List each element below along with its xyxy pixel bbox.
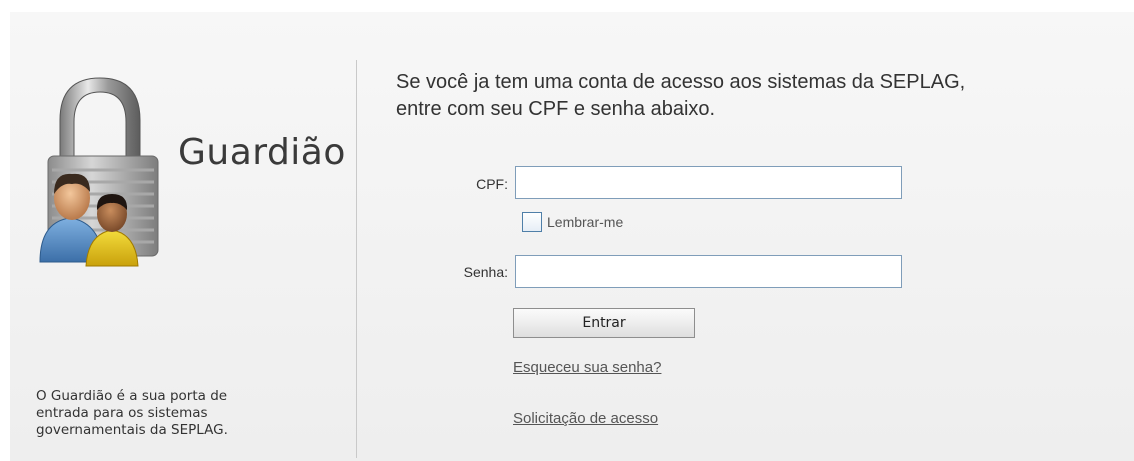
guardiao-logo: Guardião <box>38 72 358 272</box>
senha-input[interactable] <box>515 255 902 288</box>
tagline-line: governamentais da SEPLAG. <box>36 422 228 438</box>
cpf-label: CPF: <box>476 176 508 192</box>
app-tagline: O Guardião é a sua porta de entrada para… <box>36 388 336 439</box>
entrar-button[interactable]: Entrar <box>513 308 695 338</box>
branding-column: Guardião O Guardião é a sua porta de ent… <box>10 12 356 461</box>
column-divider <box>356 60 357 458</box>
login-panel: Guardião O Guardião é a sua porta de ent… <box>10 12 1134 461</box>
intro-text: Se você ja tem uma conta de acesso aos s… <box>396 69 965 123</box>
cpf-input[interactable] <box>515 166 902 199</box>
remember-me-label[interactable]: Lembrar-me <box>547 214 623 230</box>
intro-line: Se você ja tem uma conta de acesso aos s… <box>396 71 966 93</box>
remember-me-row[interactable]: Lembrar-me <box>522 212 623 232</box>
intro-line: entre com seu CPF e senha abaixo. <box>396 98 716 120</box>
tagline-line: entrada para os sistemas <box>36 405 208 421</box>
forgot-password-link[interactable]: Esqueceu sua senha? <box>513 359 661 376</box>
padlock-users-icon <box>39 77 159 267</box>
remember-me-checkbox[interactable] <box>522 212 542 232</box>
request-access-link[interactable]: Solicitação de acesso <box>513 410 658 427</box>
app-name: Guardião <box>178 132 346 173</box>
senha-label: Senha: <box>463 264 508 280</box>
tagline-line: O Guardião é a sua porta de <box>36 388 228 404</box>
